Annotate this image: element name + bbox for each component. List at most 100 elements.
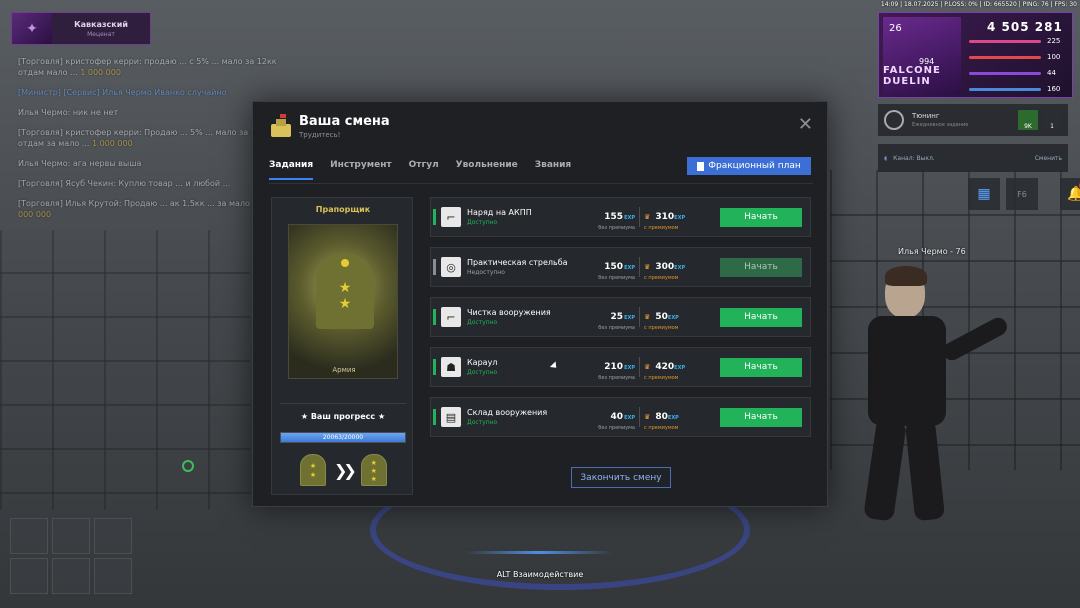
task-name: Склад вооружения — [467, 408, 548, 417]
chat-line: Илья Чермо: ага нервы выша — [18, 159, 142, 168]
premium-exp-reward: ♛ 80EXP с премиумом — [644, 411, 679, 431]
exp-reward: 40EXP без премиума — [598, 411, 635, 431]
voice-channel[interactable]: ◖ Канал: Выкл. Сменить — [878, 144, 1068, 172]
inventory-slot[interactable] — [52, 518, 90, 554]
status-bar: 14:09 | 18.07.2025 | P.LOSS: 0% | ID: 66… — [880, 1, 1077, 8]
player-hud-card: FALCONE DUELIN 26 4 505 281 225 100 44 1… — [878, 12, 1073, 98]
progress-label: ★ Ваш прогресс ★ — [300, 412, 386, 421]
chat-line: [Торговля] кристофер керри: Продаю ... 5… — [18, 128, 271, 148]
tab-day-off[interactable]: Отгул — [409, 160, 439, 180]
chat-line: Илья Чермо: ник не нет — [18, 108, 119, 117]
tab-resign[interactable]: Увольнение — [456, 160, 518, 180]
daily-task-tuning[interactable]: Тюнинг Ежедневное задание 9K 1 — [878, 104, 1068, 136]
next-rank-icon: ★ ★ ★ — [360, 454, 387, 486]
menu-key-icon[interactable]: F6 — [1006, 178, 1038, 210]
task-row: ☗ Караул Доступно 210EXP без премиума ♛ … — [430, 347, 811, 387]
current-rank-icon: ★ ★ — [300, 454, 326, 486]
rank-branch: Армия — [332, 366, 356, 374]
start-task-button[interactable]: Начать — [720, 307, 802, 327]
notification-bell-icon[interactable]: 🔔18 — [1060, 178, 1080, 210]
chat-line: [Торговля] Илья Крутой: Продаю ... ак 1.… — [18, 199, 268, 219]
stat-bar — [969, 71, 1041, 75]
task-status-accent — [433, 209, 436, 225]
stat-bar — [969, 55, 1041, 59]
epaulet-icon: ★ ★ — [316, 253, 374, 329]
task-row: ⌐ Чистка вооружения Доступно 25EXP без п… — [430, 297, 811, 337]
crown-icon: ♛ — [644, 262, 651, 271]
server-name: Кавказский — [74, 19, 128, 29]
modal-header: Ваша смена Трудитесь! — [269, 113, 390, 139]
task-status-accent — [433, 309, 436, 325]
exp-reward: 150EXP без премиума — [598, 261, 635, 281]
exp-reward: 210EXP без премиума — [598, 361, 635, 381]
gun-clean-icon: ⌐ — [441, 307, 461, 327]
money-display: 4 505 281 — [987, 20, 1063, 34]
interaction-hint: ALT Взаимодействие — [496, 570, 584, 579]
task-row: ▤ Склад вооружения Доступно 40EXP без пр… — [430, 397, 811, 437]
tab-tools[interactable]: Инструмент — [330, 160, 392, 180]
inventory-slot[interactable] — [94, 518, 132, 554]
chat-line: [Торговля] Ясуб Чекин: Куплю товар ... и… — [18, 179, 231, 188]
start-task-button[interactable]: Начать — [720, 357, 802, 377]
stat-bar — [969, 39, 1041, 43]
modal-tabs: Задания Инструмент Отгул Увольнение Зван… — [269, 160, 571, 180]
hud-icon-row: ▦ F6 🔔18 — [968, 178, 1080, 210]
player-nametag: Илья Чермо - 76 — [898, 247, 966, 256]
warehouse-icon: ▤ — [441, 407, 461, 427]
divider — [639, 407, 640, 427]
server-logo-icon: ✦ — [12, 13, 52, 44]
server-subtitle: Меценат — [87, 30, 115, 38]
crown-icon: ♛ — [644, 212, 651, 221]
chat-line: [Министр] [Сервис] Илья Чермо Иванко слу… — [18, 88, 227, 97]
start-task-button[interactable]: Начать — [720, 257, 802, 277]
stat-row: 100 — [969, 51, 1069, 63]
tabs-divider — [269, 183, 813, 184]
chat-log: [Торговля] кристофер керри: продаю ... с… — [18, 56, 278, 229]
rank-upgrade: ★ ★ ❯❯ ★ ★ ★ — [300, 454, 387, 486]
finish-shift-button[interactable]: Закончить смену — [571, 467, 671, 488]
rank-card: Прапорщик ★ ★ Армия ★ Ваш прогресс ★ 200… — [271, 197, 413, 495]
task-status: Недоступно — [467, 269, 505, 276]
task-status-accent — [433, 259, 436, 275]
item-reward-icon: 1 — [1042, 110, 1062, 130]
document-icon — [697, 161, 705, 171]
tab-tasks[interactable]: Задания — [269, 160, 314, 180]
server-badge: ✦ Кавказский Меценат — [11, 12, 151, 45]
task-row: ◎ Практическая стрельба Недоступно 150EX… — [430, 247, 811, 287]
shift-modal: Ваша смена Трудитесь! ✕ Задания Инструме… — [252, 101, 828, 507]
exp-reward: 155EXP без премиума — [598, 211, 635, 231]
channel-label: Канал: Выкл. — [893, 154, 935, 162]
premium-exp-reward: ♛ 50EXP с премиумом — [644, 311, 679, 331]
quick-inventory — [10, 518, 132, 594]
task-name: Чистка вооружения — [467, 308, 551, 317]
guard-icon: ☗ — [441, 357, 461, 377]
crown-icon: ♛ — [644, 412, 651, 421]
interaction-bar — [466, 551, 612, 554]
progress-bar: 20063/20000 — [280, 432, 406, 443]
inventory-slot[interactable] — [10, 518, 48, 554]
crown-icon: ♛ — [644, 312, 651, 321]
divider — [639, 207, 640, 227]
divider — [639, 257, 640, 277]
premium-exp-reward: ♛ 420EXP с премиумом — [644, 361, 686, 381]
start-task-button[interactable]: Начать — [720, 207, 802, 227]
double-chevron-icon: ❯❯ — [334, 460, 357, 480]
task-status: Доступно — [467, 369, 498, 376]
start-task-button[interactable]: Начать — [720, 407, 802, 427]
player-level: 26 — [889, 23, 902, 34]
stat-row: 44 — [969, 67, 1069, 79]
barracks-icon — [269, 113, 293, 138]
player-character — [840, 266, 1011, 530]
close-icon[interactable]: ✕ — [798, 116, 813, 134]
crown-icon: ♛ — [644, 362, 651, 371]
background-grid-left — [0, 230, 250, 510]
tab-ranks[interactable]: Звания — [535, 160, 571, 180]
tuning-subtitle: Ежедневное задание — [912, 122, 969, 128]
faction-plan-button[interactable]: Фракционный план — [687, 157, 811, 175]
task-name: Наряд на АКПП — [467, 208, 532, 217]
wheel-icon — [884, 110, 904, 130]
modal-title: Ваша смена — [299, 114, 390, 129]
divider — [639, 357, 640, 377]
calendar-icon[interactable]: ▦ — [968, 178, 1000, 210]
tuning-title: Тюнинг — [912, 112, 940, 120]
